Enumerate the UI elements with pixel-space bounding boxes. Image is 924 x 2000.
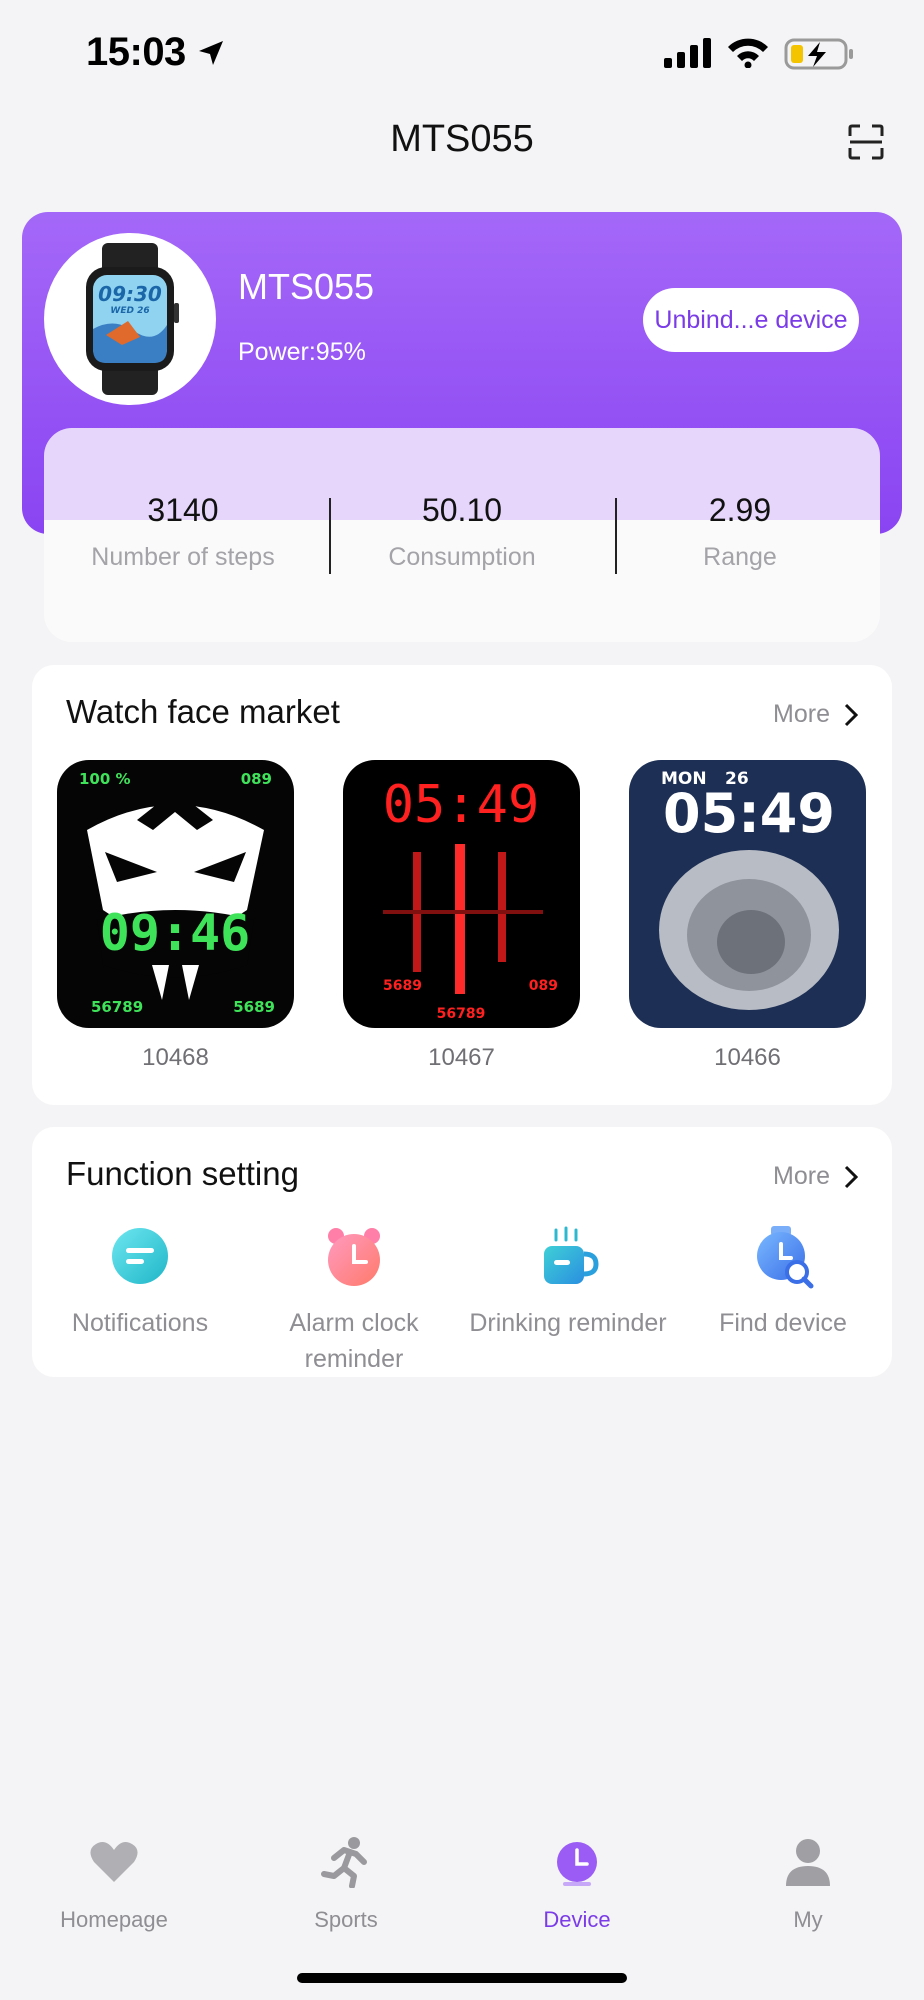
status-time: 15:03 (86, 30, 186, 74)
tab-homepage[interactable]: Homepage (24, 1836, 204, 1933)
face-time: 05:49 (663, 782, 835, 845)
tab-label: Homepage (60, 1907, 168, 1932)
function-setting-title: Function setting (66, 1155, 299, 1192)
runner-icon (321, 1837, 367, 1889)
tab-label: Sports (314, 1907, 378, 1932)
function-label: Drinking reminder (469, 1309, 667, 1337)
scan-icon[interactable] (846, 122, 886, 162)
watch-face-thumbnail: 100 % 089 09:46 56789 5689 (57, 760, 294, 1028)
watch-image-time: 09:30 (98, 282, 162, 306)
watch-image-date: WED 26 (110, 306, 149, 316)
face-battery: 100 % (79, 770, 131, 788)
more-label: More (773, 1162, 830, 1190)
stat-label: Range (703, 543, 777, 571)
chat-bubble-icon (112, 1228, 168, 1284)
function-more-link[interactable]: More (773, 1162, 858, 1191)
tab-my[interactable]: My (718, 1836, 898, 1933)
stat-range: 2.99 Range (600, 492, 880, 572)
function-label: Notifications (71, 1309, 209, 1337)
chevron-right-icon (844, 1165, 858, 1188)
device-power: Power:95% (238, 338, 366, 366)
battery-charging-icon (784, 38, 853, 70)
smartwatch-image: 09:30 WED 26 (86, 243, 179, 395)
stat-value: 3140 (147, 492, 219, 528)
location-arrow-icon (199, 41, 223, 65)
face-calories: 5689 (233, 998, 275, 1016)
watch-face-id: 10468 (142, 1044, 209, 1071)
face-steps: 56789 (437, 1006, 486, 1022)
device-name: MTS055 (238, 266, 375, 307)
watch-face-item[interactable]: 05:49 5689 089 56789 10467 (343, 760, 580, 1072)
coffee-cup-icon (544, 1226, 599, 1284)
stat-consumption: 50.10 Consumption (322, 492, 602, 572)
watch-face-id: 10467 (428, 1044, 495, 1071)
stat-label: Number of steps (91, 543, 275, 571)
tab-label: Device (543, 1907, 611, 1932)
tab-label: My (793, 1907, 823, 1932)
cellular-signal-icon (664, 38, 711, 68)
function-label: Find device (719, 1309, 847, 1337)
watch-face-item[interactable]: 100 % 089 09:46 56789 5689 10468 (57, 760, 294, 1072)
watch-face-market-title: Watch face market (66, 693, 340, 730)
face-heart: 089 (529, 978, 558, 994)
face-calories: 5689 (383, 978, 422, 994)
unbind-device-button[interactable]: Unbind...e device (643, 288, 859, 352)
function-find-device[interactable]: Find device (683, 1226, 883, 1341)
clock-icon (557, 1842, 597, 1886)
stat-steps: 3140 Number of steps (43, 492, 323, 572)
home-indicator (297, 1973, 627, 1983)
watch-face-thumbnail: 05:49 5689 089 56789 (343, 760, 580, 1028)
face-time: 05:49 (383, 775, 540, 835)
tab-device[interactable]: Device (487, 1836, 667, 1933)
function-label: Alarm clock reminder (289, 1309, 419, 1373)
watch-face-id: 10466 (714, 1044, 781, 1071)
watch-search-icon (757, 1226, 814, 1289)
function-notifications[interactable]: Notifications (40, 1226, 240, 1341)
face-heart: 089 (241, 770, 272, 788)
stat-label: Consumption (388, 543, 536, 571)
function-drinking[interactable]: Drinking reminder (468, 1226, 668, 1341)
face-time: 09:46 (100, 904, 251, 962)
watch-face-item[interactable]: MON 26 05:49 10466 (629, 760, 866, 1072)
stat-value: 50.10 (421, 492, 503, 528)
stat-value: 2.99 (708, 492, 772, 528)
status-bar: 15:03 (0, 0, 924, 100)
face-steps: 56789 (91, 998, 143, 1016)
function-alarm-clock[interactable]: Alarm clock reminder (254, 1226, 454, 1377)
watch-face-thumbnail: MON 26 05:49 (629, 760, 866, 1028)
more-label: More (773, 700, 830, 728)
alarm-clock-icon (328, 1228, 380, 1286)
wifi-icon (728, 38, 768, 68)
person-icon (786, 1839, 830, 1886)
chevron-right-icon (844, 703, 858, 726)
device-avatar: 09:30 WED 26 (44, 233, 216, 405)
heart-icon (90, 1842, 138, 1882)
page-title: MTS055 (390, 118, 534, 160)
tab-sports[interactable]: Sports (256, 1836, 436, 1933)
watch-face-more-link[interactable]: More (773, 700, 858, 729)
